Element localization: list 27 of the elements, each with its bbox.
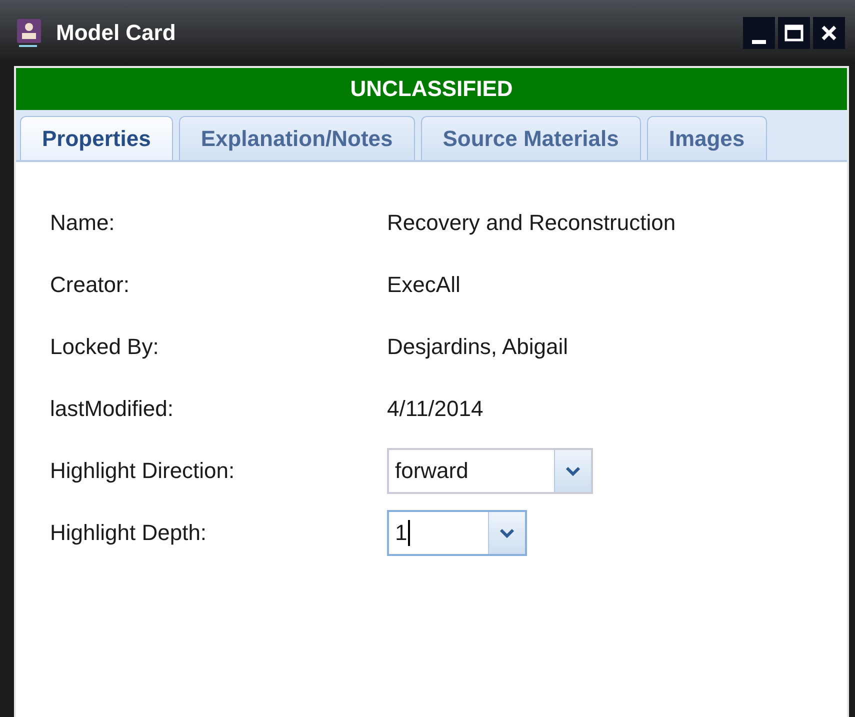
close-icon <box>820 24 838 42</box>
minimize-button[interactable] <box>743 17 775 49</box>
dropdown-field[interactable]: forward <box>387 448 593 494</box>
property-value: Recovery and Reconstruction <box>387 210 677 236</box>
classification-banner: UNCLASSIFIED <box>16 68 847 110</box>
maximize-button[interactable] <box>778 17 810 49</box>
minimize-icon <box>752 40 766 44</box>
property-label: lastModified: <box>50 396 175 422</box>
property-label: Highlight Direction: <box>50 458 236 484</box>
tab[interactable]: Source Materials <box>420 116 641 160</box>
window-title: Model Card <box>56 20 177 46</box>
property-label: Locked By: <box>50 334 160 360</box>
property-value: 4/11/2014 <box>387 396 484 422</box>
person-card-icon <box>16 18 42 48</box>
caret-icon <box>500 528 514 538</box>
tab[interactable]: Properties <box>20 116 173 160</box>
tab[interactable]: Explanation/Notes <box>178 116 415 160</box>
property-value: ExecAll <box>387 272 462 298</box>
property-label: Creator: <box>50 272 130 298</box>
close-button[interactable] <box>813 17 845 49</box>
tab[interactable]: Images <box>646 116 767 160</box>
dropdown-field[interactable]: 1 <box>387 510 527 556</box>
maximize-icon <box>784 24 804 42</box>
property-label: Name: <box>50 210 116 236</box>
caret-icon <box>566 466 580 476</box>
property-value: Desjardins, Abigail <box>387 334 569 360</box>
property-label: Highlight Depth: <box>50 520 208 546</box>
